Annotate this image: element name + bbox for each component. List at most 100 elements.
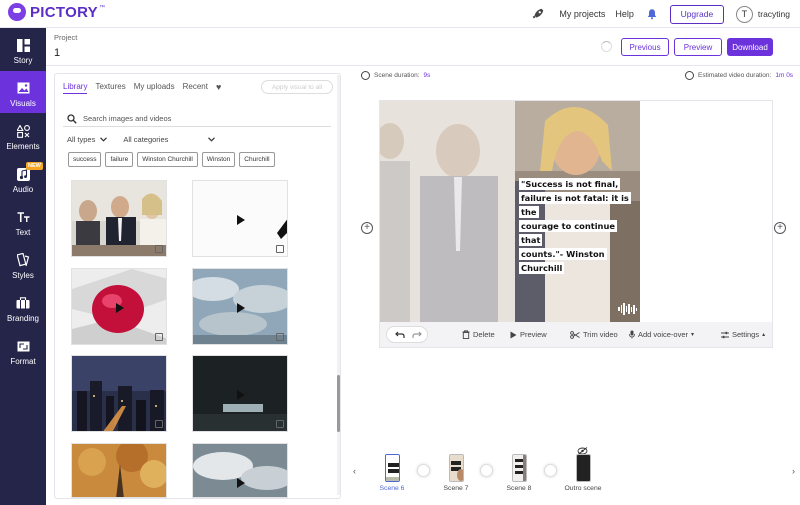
clock-icon <box>361 71 370 80</box>
trim-video-button[interactable]: Trim video <box>570 330 618 339</box>
estimated-duration: Estimated video duration: 1m 0s <box>685 71 793 80</box>
loading-spinner-icon <box>601 41 612 52</box>
help-link[interactable]: Help <box>615 9 634 19</box>
redo-icon[interactable] <box>412 331 422 339</box>
transition-layers-icon[interactable] <box>544 464 557 477</box>
keyword-chip[interactable]: Winston <box>201 152 236 167</box>
sidebar-item-format[interactable]: Format <box>0 329 46 371</box>
scene-toolbar: Delete Preview Trim video Add voice-over… <box>380 322 772 347</box>
category-filter-dropdown[interactable]: All categories <box>123 135 216 144</box>
sidebar-item-label: Branding <box>6 314 40 323</box>
tab-textures[interactable]: Textures <box>95 82 125 94</box>
apply-visual-to-all-button[interactable]: Apply visual to all <box>261 80 333 94</box>
tab-library[interactable]: Library <box>63 82 88 94</box>
chevron-right-icon[interactable]: › <box>792 466 795 476</box>
username[interactable]: tracyting <box>758 9 790 19</box>
transition-layers-icon[interactable] <box>480 464 493 477</box>
undo-icon[interactable] <box>395 331 405 339</box>
sidebar-item-audio[interactable]: NEW Audio <box>0 157 46 199</box>
sidebar-item-styles[interactable]: Styles <box>0 243 46 285</box>
caption-line: counts."- Winston <box>519 248 607 260</box>
download-button[interactable]: Download <box>727 38 773 56</box>
preview-scene-button[interactable]: Preview <box>510 330 547 339</box>
media-thumbnail[interactable] <box>71 268 167 345</box>
sidebar-item-label: Elements <box>6 142 40 151</box>
media-thumbnail[interactable] <box>192 180 288 257</box>
sidebar-item-elements[interactable]: Elements <box>0 114 46 156</box>
trademark-mark: ™ <box>98 5 105 11</box>
previous-button[interactable]: Previous <box>621 38 669 56</box>
keyword-chip[interactable]: success <box>68 152 102 167</box>
multi-select-icon[interactable] <box>276 420 284 428</box>
add-voice-over-button[interactable]: Add voice-over ▾ <box>629 330 694 339</box>
multi-select-icon[interactable] <box>155 333 163 341</box>
clock-icon <box>685 71 694 80</box>
scene-6-card[interactable]: Scene 6 <box>372 454 412 492</box>
caption-line: Churchill <box>519 262 565 274</box>
avatar[interactable]: T <box>735 5 753 23</box>
add-scene-after-icon[interactable]: + <box>774 222 786 234</box>
multi-select-icon[interactable] <box>155 245 163 253</box>
keyword-chip[interactable]: Winston Churchill <box>137 152 198 167</box>
visuals-icon <box>16 81 30 95</box>
media-thumbnail[interactable] <box>192 443 288 498</box>
upgrade-button[interactable]: Upgrade <box>669 4 724 24</box>
caption-line: failure is not fatal: it is the <box>519 192 631 218</box>
scene-duration-label: Scene duration: <box>374 72 420 79</box>
play-icon <box>116 303 124 313</box>
scene-thumbnail <box>511 454 527 482</box>
new-badge: NEW <box>26 162 43 170</box>
sidebar-item-story[interactable]: Story <box>0 28 46 70</box>
scene-duration: Scene duration: 9s <box>361 71 430 80</box>
sidebar-item-branding[interactable]: Branding <box>0 286 46 328</box>
elements-icon <box>16 124 30 138</box>
story-icon <box>16 38 30 52</box>
chevron-left-icon[interactable]: ‹ <box>353 466 356 476</box>
chevron-down-icon <box>208 137 216 142</box>
keyword-chip[interactable]: failure <box>105 152 134 167</box>
sidebar-item-visuals[interactable]: Visuals <box>0 71 46 113</box>
multi-select-icon[interactable] <box>276 333 284 341</box>
project-name[interactable]: 1 <box>54 47 60 59</box>
scene-thumbnail <box>448 454 464 482</box>
search-input[interactable]: Search images and videos <box>63 111 331 127</box>
media-thumbnail[interactable] <box>71 443 167 498</box>
scene-duration-value: 9s <box>423 72 431 79</box>
add-scene-before-icon[interactable]: + <box>361 222 373 234</box>
rocket-icon[interactable] <box>531 7 545 21</box>
sidebar-item-label: Format <box>10 357 36 366</box>
media-thumbnail[interactable] <box>192 355 288 432</box>
pictory-logo[interactable]: PICTORY ™ <box>8 3 105 21</box>
keyword-chip[interactable]: Churchill <box>239 152 275 167</box>
media-thumbnail[interactable] <box>71 355 167 432</box>
library-scrollbar-thumb[interactable] <box>337 375 340 432</box>
scene-8-card[interactable]: Scene 8 <box>499 454 539 492</box>
preview-button[interactable]: Preview <box>674 38 722 56</box>
caption-line: "Success is not final, <box>519 178 621 190</box>
octopus-logo-icon <box>8 3 26 21</box>
multi-select-icon[interactable] <box>155 420 163 428</box>
tab-my-uploads[interactable]: My uploads <box>134 82 175 94</box>
media-thumbnail[interactable] <box>192 268 288 345</box>
briefcase-icon <box>16 296 30 310</box>
voice-label: Add voice-over <box>638 330 689 339</box>
my-projects-link[interactable]: My projects <box>559 9 605 19</box>
play-icon <box>510 331 517 338</box>
sidebar-item-text[interactable]: Text <box>0 200 46 242</box>
transition-layers-icon[interactable] <box>417 464 430 477</box>
scene-caption-text[interactable]: "Success is not final, failure is not fa… <box>519 177 637 275</box>
scene-7-card[interactable]: Scene 7 <box>436 454 476 492</box>
favorites-heart-icon[interactable]: ♥ <box>216 82 221 94</box>
settings-button[interactable]: Settings ▴ <box>721 330 765 339</box>
media-thumbnail[interactable] <box>71 180 167 257</box>
type-filter-dropdown[interactable]: All types <box>67 135 108 144</box>
tab-recent[interactable]: Recent <box>183 82 208 94</box>
multi-select-icon[interactable] <box>276 245 284 253</box>
bell-icon[interactable] <box>646 8 658 20</box>
library-scrollbar[interactable] <box>337 75 340 495</box>
outro-scene-card[interactable]: Outro scene <box>563 447 603 492</box>
caret-down-icon: ▾ <box>691 332 695 338</box>
delete-button[interactable]: Delete <box>462 330 495 339</box>
scissors-icon <box>570 330 580 339</box>
sidebar-item-label: Story <box>13 56 33 65</box>
